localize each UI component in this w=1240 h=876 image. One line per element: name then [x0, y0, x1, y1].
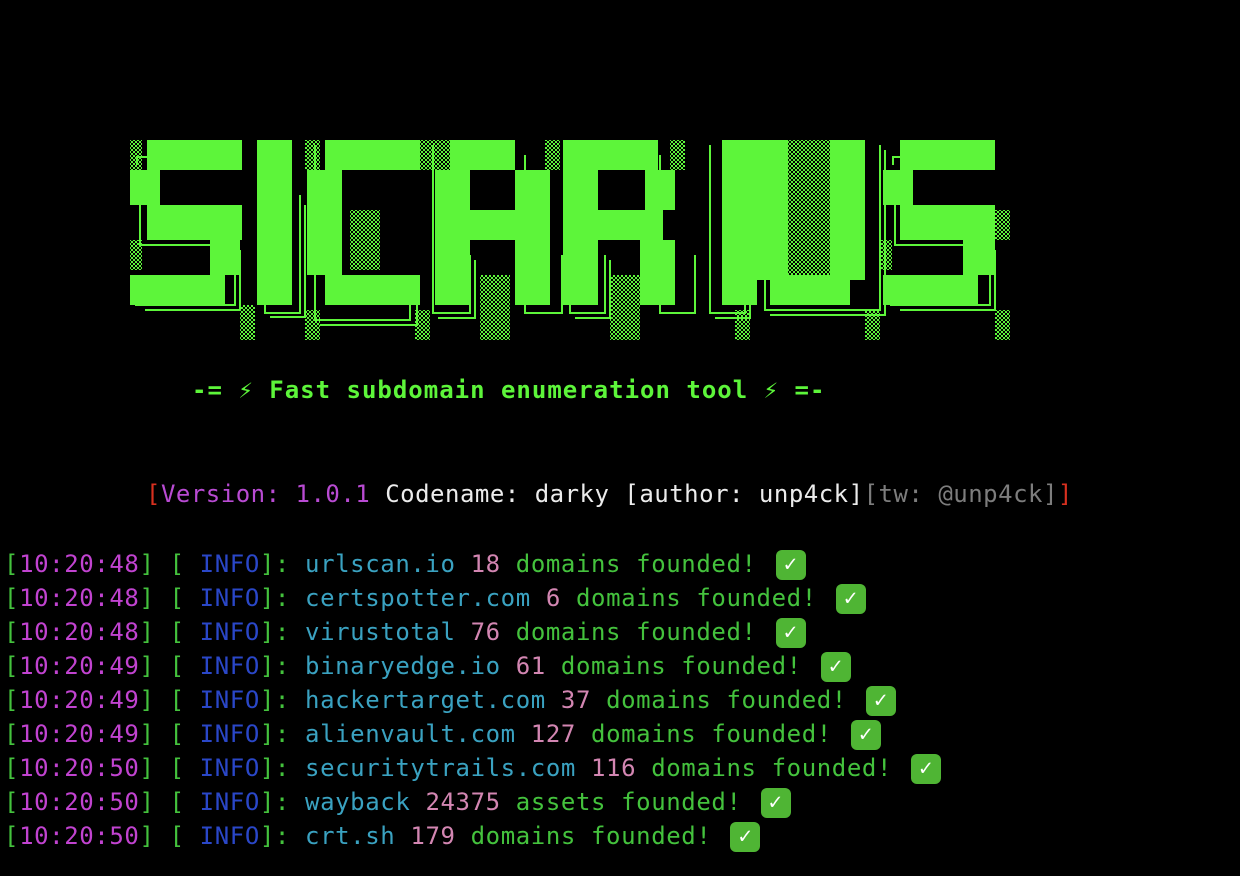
log-row: [10:20:50] [ INFO]: wayback 24375 assets… [4, 785, 941, 819]
check-mark-icon: ✓ [865, 686, 896, 716]
log-message: domains founded! [606, 686, 847, 714]
check-mark-icon: ✓ [835, 584, 866, 614]
log-level: INFO [199, 720, 260, 748]
log-message: domains founded! [575, 584, 817, 612]
log-timestamp: 10:20:50 [19, 754, 140, 782]
log-timestamp: 10:20:49 [19, 686, 140, 714]
log-source: securitytrails.com [305, 754, 576, 782]
log-message: assets founded! [515, 788, 742, 816]
log-source: urlscan.io [305, 550, 456, 578]
log-source: binaryedge.io [305, 652, 501, 680]
check-mark-icon: ✓ [820, 652, 851, 682]
log-level: INFO [199, 584, 260, 612]
version-close-bracket: ] [1057, 480, 1073, 508]
log-count: 61 [515, 652, 546, 680]
log-source: hackertarget.com [305, 686, 546, 714]
log-output: [10:20:48] [ INFO]: urlscan.io 18 domain… [4, 547, 942, 853]
sicarius-logo-art [130, 140, 1010, 340]
check-mark-icon: ✓ [775, 618, 806, 648]
log-timestamp: 10:20:49 [19, 720, 140, 748]
twitter-handle: [tw: @unp4ck] [863, 480, 1058, 508]
log-source: crt.sh [305, 822, 396, 850]
log-row: [10:20:49] [ INFO]: binaryedge.io 61 dom… [4, 649, 941, 683]
log-row: [10:20:48] [ INFO]: urlscan.io 18 domain… [4, 547, 941, 581]
log-row: [10:20:49] [ INFO]: alienvault.com 127 d… [4, 717, 941, 751]
log-source: virustotal [305, 618, 456, 646]
log-level: INFO [199, 618, 260, 646]
log-level: INFO [199, 822, 260, 850]
log-level: INFO [199, 754, 260, 782]
log-message: domains founded! [651, 754, 892, 782]
check-mark-icon: ✓ [760, 788, 791, 818]
check-mark-icon: ✓ [775, 550, 806, 580]
log-timestamp: 10:20:50 [19, 788, 140, 816]
log-level: INFO [199, 652, 260, 680]
log-source: alienvault.com [305, 720, 516, 748]
log-count: 18 [470, 550, 501, 578]
log-message: domains founded! [560, 652, 802, 680]
log-row: [10:20:48] [ INFO]: virustotal 76 domain… [4, 615, 941, 649]
log-source: wayback [305, 788, 411, 816]
log-timestamp: 10:20:48 [19, 618, 140, 646]
version-label: Version: 1.0.1 [160, 480, 371, 508]
log-timestamp: 10:20:48 [19, 584, 140, 612]
log-count: 116 [590, 754, 637, 782]
log-row: [10:20:50] [ INFO]: crt.sh 179 domains f… [4, 819, 941, 853]
log-message: domains founded! [515, 618, 757, 646]
log-row: [10:20:48] [ INFO]: certspotter.com 6 do… [4, 581, 941, 615]
check-mark-icon: ✓ [850, 720, 881, 750]
log-level: INFO [199, 686, 260, 714]
log-level: INFO [199, 550, 260, 578]
tagline: -= ⚡ Fast subdomain enumeration tool ⚡ =… [192, 376, 826, 404]
log-source: certspotter.com [305, 584, 531, 612]
log-level: INFO [199, 788, 260, 816]
log-row: [10:20:49] [ INFO]: hackertarget.com 37 … [4, 683, 941, 717]
log-count: 37 [560, 686, 591, 714]
codename-author: Codename: darky [author: unp4ck] [370, 480, 864, 508]
log-count: 127 [530, 720, 576, 748]
log-timestamp: 10:20:48 [19, 550, 140, 578]
log-message: domains founded! [515, 550, 757, 578]
check-mark-icon: ✓ [911, 754, 942, 784]
log-message: domains founded! [591, 720, 832, 748]
log-message: domains founded! [470, 822, 712, 850]
log-count: 24375 [425, 788, 501, 816]
sicarius-ascii-logo [125, 135, 1015, 345]
version-open-bracket: [ [146, 480, 161, 508]
check-mark-icon: ✓ [730, 822, 761, 852]
version-info-line: [Version: 1.0.1 Codename: darky [author:… [146, 480, 1073, 508]
log-row: [10:20:50] [ INFO]: securitytrails.com 1… [4, 751, 942, 785]
log-count: 76 [470, 618, 501, 646]
log-count: 6 [545, 584, 561, 612]
log-count: 179 [410, 822, 456, 850]
log-timestamp: 10:20:49 [19, 652, 140, 680]
log-timestamp: 10:20:50 [19, 822, 140, 850]
